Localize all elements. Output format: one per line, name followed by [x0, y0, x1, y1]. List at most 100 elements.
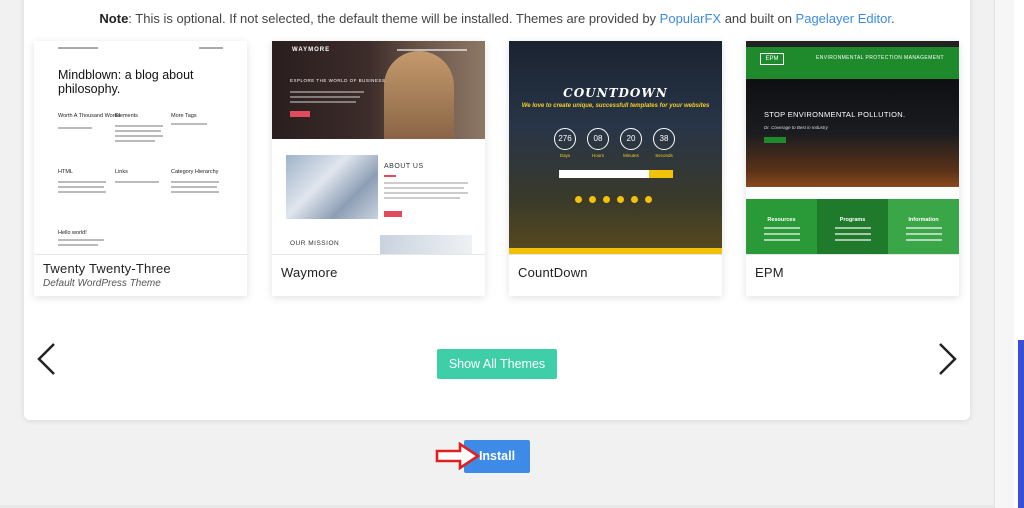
thumb-text-line	[834, 239, 871, 241]
thumb-cta	[290, 111, 310, 117]
thumb-block-title: Information	[908, 217, 939, 223]
thumb-subscribe-button	[649, 170, 673, 178]
thumb-gap	[746, 187, 959, 199]
thumb-email-field	[559, 170, 649, 178]
thumb-social-dot	[603, 196, 610, 203]
thumb-cta	[764, 137, 786, 143]
chevron-right-icon[interactable]	[934, 341, 960, 377]
thumb-block-title: Programs	[839, 217, 866, 223]
thumb-text-line	[905, 227, 942, 229]
thumb-text-line	[58, 181, 106, 183]
thumb-timer-label: Seconds	[655, 153, 673, 158]
thumb-text-line	[58, 127, 92, 129]
theme-thumbnail: Mindblown: a blog about philosophy. Wort…	[34, 41, 247, 254]
thumb-text-line	[290, 96, 360, 98]
theme-card-waymore[interactable]: WAYMORE EXPLORE THE WORLD OF BUSINESS AB…	[272, 41, 485, 296]
thumb-hero-subtitle: Dr. Coverage to Best in Industry	[764, 125, 828, 130]
vertical-scrollbar[interactable]	[994, 0, 1014, 508]
thumb-text-line	[171, 186, 217, 188]
thumb-text-line	[384, 197, 460, 199]
note-text-2: and built on	[721, 11, 796, 26]
thumb-logo: WAYMORE	[292, 47, 331, 53]
thumb-text-line	[763, 227, 800, 229]
thumb-post-title: More Tags	[171, 113, 197, 119]
thumb-text-line	[115, 181, 159, 183]
thumb-text-line	[58, 186, 104, 188]
thumb-text-line	[58, 239, 104, 241]
thumb-text-line	[171, 191, 219, 193]
thumb-about-section: ABOUT US OUR MISSION	[272, 139, 485, 254]
thumb-title: COUNTDOWN	[563, 86, 668, 100]
thumb-text-line	[290, 101, 356, 103]
thumb-text-line	[905, 233, 942, 235]
thumb-text-line	[58, 191, 106, 193]
thumb-social-dot	[645, 196, 652, 203]
thumb-hero: WAYMORE EXPLORE THE WORLD OF BUSINESS	[272, 41, 485, 139]
thumb-text-line	[290, 91, 364, 93]
thumb-mission-title: OUR MISSION	[290, 240, 340, 247]
thumb-post-title: Links	[115, 169, 128, 175]
chevron-left-icon[interactable]	[34, 341, 60, 377]
thumb-timer-value: 38	[653, 128, 675, 150]
thumb-logo: EPM	[760, 53, 784, 65]
thumb-text-line	[115, 130, 161, 132]
thumb-timer-label: Days	[559, 153, 571, 158]
thumb-mission-photo	[380, 235, 472, 254]
theme-card-countdown[interactable]: COUNTDOWN We love to create unique, succ…	[509, 41, 722, 296]
thumb-office-photo	[286, 155, 378, 219]
thumb-text-line	[905, 239, 942, 241]
theme-card-epm[interactable]: EPM ENVIRONMENTAL PROTECTION MANAGEMENT …	[746, 41, 959, 296]
thumb-header-title: ENVIRONMENTAL PROTECTION MANAGEMENT	[816, 55, 944, 61]
popularfx-link[interactable]: PopularFX	[660, 11, 721, 26]
thumb-nav	[397, 49, 467, 51]
thumb-block: Programs	[817, 199, 888, 254]
thumb-text-line	[115, 140, 155, 142]
theme-note: Note: This is optional. If not selected,…	[0, 11, 994, 26]
thumb-timer-label: Minutes	[623, 153, 639, 158]
thumb-post-title: Hello world!	[58, 230, 87, 236]
note-text-3: .	[890, 11, 895, 26]
thumb-social-dot	[575, 196, 582, 203]
thumb-accent-line	[384, 175, 396, 177]
theme-name: EPM	[755, 265, 784, 280]
thumb-block-title: Resources	[767, 217, 796, 223]
theme-name: Waymore	[281, 265, 338, 280]
thumb-social-dot	[631, 196, 638, 203]
thumb-text-line	[384, 192, 468, 194]
pagelayer-editor-link[interactable]: Pagelayer Editor	[796, 11, 891, 26]
theme-name: Twenty Twenty-Three	[43, 261, 171, 276]
theme-thumbnail: WAYMORE EXPLORE THE WORLD OF BUSINESS AB…	[272, 41, 485, 254]
thumb-post-title: Worth A Thousand Words	[58, 113, 121, 119]
thumb-text-line	[171, 181, 219, 183]
note-label: Note	[99, 11, 129, 26]
thumb-text-line	[763, 239, 800, 241]
thumb-social-dot	[617, 196, 624, 203]
thumb-timer-label: Hours	[591, 153, 604, 158]
theme-thumbnail: COUNTDOWN We love to create unique, succ…	[509, 41, 722, 254]
thumb-text-line	[115, 125, 163, 127]
thumb-site-title	[58, 47, 98, 49]
thumb-social-dot	[589, 196, 596, 203]
thumb-headline: EXPLORE THE WORLD OF BUSINESS	[290, 78, 386, 83]
theme-card-twenty-twenty-three[interactable]: Mindblown: a blog about philosophy. Wort…	[34, 41, 247, 296]
thumb-text-line	[834, 227, 871, 229]
thumb-block: Information	[888, 199, 959, 254]
theme-thumbnail: EPM ENVIRONMENTAL PROTECTION MANAGEMENT …	[746, 41, 959, 254]
thumb-text-line	[763, 233, 800, 235]
thumb-post-title: Category Hierarchy	[171, 169, 219, 175]
thumb-text-line	[115, 135, 163, 137]
thumb-text-line	[834, 233, 871, 235]
thumb-timer-value: 08	[587, 128, 609, 150]
thumb-about-title: ABOUT US	[384, 163, 424, 170]
thumb-cta	[384, 211, 402, 217]
show-all-themes-button[interactable]: Show All Themes	[437, 349, 557, 379]
note-text-1: : This is optional. If not selected, the…	[128, 11, 660, 26]
thumb-text-line	[384, 187, 464, 189]
thumb-headline: Mindblown: a blog about philosophy.	[58, 68, 194, 96]
thumb-timer-value: 276	[554, 128, 576, 150]
thumb-tagline: We love to create unique, successfull te…	[521, 103, 710, 109]
theme-name: CountDown	[518, 265, 588, 280]
edge-accent	[1018, 340, 1024, 508]
theme-subtitle: Default WordPress Theme	[43, 278, 161, 289]
thumb-post-title: Elements	[115, 113, 138, 119]
